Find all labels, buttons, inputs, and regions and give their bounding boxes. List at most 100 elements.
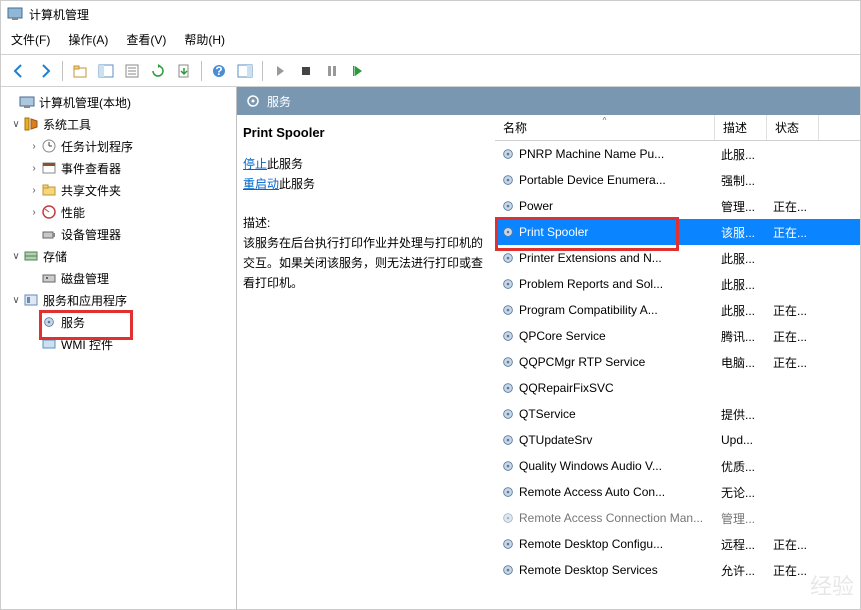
service-row[interactable]: QTUpdateSrv Upd... [495,427,860,453]
expand-icon[interactable]: › [27,141,41,152]
service-name: QTUpdateSrv [519,433,592,447]
help-button[interactable]: ? [207,60,231,82]
col-name[interactable]: ^名称 [495,115,715,140]
show-hide-action-button[interactable] [233,60,257,82]
tree-services[interactable]: 服务 [1,311,236,333]
service-desc: Upd... [715,433,767,447]
service-name: Remote Access Connection Man... [519,511,703,525]
service-row[interactable]: QTService 提供... [495,401,860,427]
menu-view[interactable]: 查看(V) [126,31,166,48]
tree-label: 任务计划程序 [61,138,133,155]
service-row[interactable]: QQPCMgr RTP Service 电脑...正在... [495,349,860,375]
list-header: ^名称 描述 状态 [495,115,860,141]
expand-icon[interactable]: › [27,163,41,174]
panel-title: 服务 [267,93,291,110]
expand-icon[interactable]: › [27,185,41,196]
tree-system-tools[interactable]: ∨ 系统工具 [1,113,236,135]
titlebar: 计算机管理 [1,1,860,27]
service-row[interactable]: Problem Reports and Sol...此服... [495,271,860,297]
menu-action[interactable]: 操作(A) [68,31,108,48]
service-desc: 电脑... [715,354,767,371]
service-name: Remote Desktop Services [519,563,658,577]
tree-label: 设备管理器 [61,226,121,243]
service-status: 正在... [767,198,819,215]
service-row[interactable]: QQRepairFixSVC [495,375,860,401]
service-desc: 此服... [715,276,767,293]
service-desc: 远程... [715,536,767,553]
service-status: 正在... [767,302,819,319]
col-status[interactable]: 状态 [767,115,819,140]
menu-help[interactable]: 帮助(H) [184,31,225,48]
tree-device-manager[interactable]: 设备管理器 [1,223,236,245]
service-row[interactable]: Program Compatibility A...此服...正在... [495,297,860,323]
service-name: PNRP Machine Name Pu... [519,147,664,161]
menu-file[interactable]: 文件(F) [11,31,50,48]
expand-icon[interactable]: › [27,207,41,218]
tree-task-scheduler[interactable]: › 任务计划程序 [1,135,236,157]
tree-services-apps[interactable]: ∨ 服务和应用程序 [1,289,236,311]
service-row[interactable]: Printer Extensions and N...此服... [495,245,860,271]
service-row[interactable]: Remote Access Auto Con...无论... [495,479,860,505]
gear-icon [501,277,515,291]
service-row[interactable]: Quality Windows Audio V...优质... [495,453,860,479]
tree-pane: 计算机管理(本地) ∨ 系统工具 › 任务计划程序 › 事件查看器 › 共享文件… [1,87,237,609]
service-status: 正在... [767,224,819,241]
tree-wmi[interactable]: WMI 控件 [1,333,236,355]
tree-label: 性能 [61,204,85,221]
forward-button[interactable] [33,60,57,82]
service-row[interactable]: Remote Desktop Services允许...正在... [495,557,860,583]
detail-pane: Print Spooler 停止此服务 重启动此服务 描述: 该服务在后台执行打… [237,115,495,609]
service-desc: 该服... [715,224,767,241]
service-desc: 管理... [715,510,767,527]
service-row[interactable]: Portable Device Enumera...强制... [495,167,860,193]
col-desc[interactable]: 描述 [715,115,767,140]
start-service-button[interactable] [268,60,292,82]
desc-label: 描述: [243,214,487,231]
back-button[interactable] [7,60,31,82]
service-row[interactable]: Power管理...正在... [495,193,860,219]
panel-header: 服务 [237,87,860,115]
tree-shared-folders[interactable]: › 共享文件夹 [1,179,236,201]
sort-asc-icon: ^ [603,116,607,125]
show-hide-tree-button[interactable] [94,60,118,82]
collapse-icon[interactable]: ∨ [9,251,23,262]
service-name: QPCore Service [519,329,606,343]
gear-icon [501,433,515,447]
tree-root[interactable]: 计算机管理(本地) [1,91,236,113]
service-desc: 腾讯... [715,328,767,345]
service-name: QQPCMgr RTP Service [519,355,645,369]
collapse-icon[interactable]: ∨ [9,295,23,306]
restart-link[interactable]: 重启动 [243,177,279,191]
service-row[interactable]: Remote Access Connection Man... 管理... [495,505,860,531]
service-row[interactable]: PNRP Machine Name Pu...此服... [495,141,860,167]
gear-icon [501,303,515,317]
service-status: 正在... [767,354,819,371]
pause-service-button[interactable] [320,60,344,82]
gear-icon [501,225,515,239]
list-rows: PNRP Machine Name Pu...此服...Portable Dev… [495,141,860,583]
service-desc: 强制... [715,172,767,189]
tree-label: 系统工具 [43,116,91,133]
collapse-icon[interactable]: ∨ [9,119,23,130]
tree-disk-mgmt[interactable]: 磁盘管理 [1,267,236,289]
gear-icon [501,355,515,369]
service-row[interactable]: Print Spooler该服...正在... [495,219,860,245]
up-button[interactable] [68,60,92,82]
tree-performance[interactable]: › 性能 [1,201,236,223]
service-row[interactable]: Remote Desktop Configu...远程...正在... [495,531,860,557]
properties-button[interactable] [120,60,144,82]
service-desc: 提供... [715,406,767,423]
service-name: QTService [519,407,576,421]
export-button[interactable] [172,60,196,82]
stop-link[interactable]: 停止 [243,157,267,171]
gear-icon [501,563,515,577]
service-row[interactable]: QPCore Service腾讯...正在... [495,323,860,349]
stop-service-button[interactable] [294,60,318,82]
service-name: Printer Extensions and N... [519,251,662,265]
refresh-button[interactable] [146,60,170,82]
tree-event-viewer[interactable]: › 事件查看器 [1,157,236,179]
svg-text:?: ? [215,64,222,78]
restart-service-button[interactable] [346,60,370,82]
tree-storage[interactable]: ∨ 存储 [1,245,236,267]
gear-icon [501,329,515,343]
